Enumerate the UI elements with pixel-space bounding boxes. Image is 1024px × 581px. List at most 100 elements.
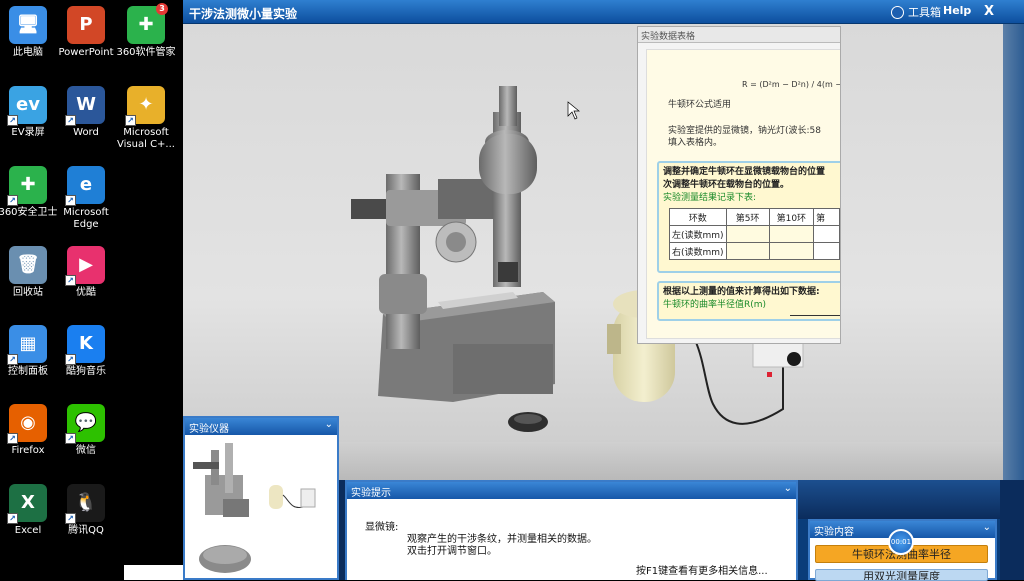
shortcut-arrow-icon: ↗ — [125, 115, 136, 126]
header-ring-more: 第 — [813, 208, 840, 226]
formula: R = (D²m − D²n) / 4(m − n)λ — [742, 80, 840, 89]
microscope[interactable] — [351, 86, 555, 402]
help-button[interactable]: Help — [943, 4, 971, 17]
table-header-row: 环数 第5环 第10环 第 — [669, 208, 840, 226]
hint-line-2: 双击打开调节窗口。 — [407, 546, 497, 557]
app-icon: 🖥 — [9, 6, 47, 44]
shortcut-arrow-icon: ↗ — [65, 195, 76, 206]
instruments-panel: 实验仪器 ⌄ — [183, 416, 339, 580]
cell-right-more[interactable] — [813, 242, 840, 260]
shortcut-arrow-icon: ↗ — [65, 433, 76, 444]
desktop-gap — [124, 565, 183, 580]
app-icon: ✦ ↗ — [125, 86, 165, 126]
collapse-icon[interactable]: ⌄ — [784, 483, 792, 494]
desktop-icon[interactable]: 🐧 ↗ 腾讯QQ — [50, 484, 122, 537]
row-left-label: 左(读数mm) — [669, 225, 727, 243]
measurement-instruction-2: 次调整牛顿环在载物台的位置。 — [663, 180, 790, 190]
desktop-icon[interactable]: ✚ 3 360软件管家 — [110, 3, 182, 59]
measurement-table: 环数 第5环 第10环 第 左(读数mm) 右(读数mm) — [669, 208, 840, 260]
formula-intro: 牛顿环公式适用 — [668, 100, 732, 110]
shortcut-arrow-icon: ↗ — [65, 275, 76, 286]
lower-background — [798, 480, 1008, 519]
app-icon: ✚ 3 — [127, 3, 168, 44]
shortcut-arrow-icon: ↗ — [7, 115, 18, 126]
cell-left-10[interactable] — [768, 225, 815, 243]
hint-panel: 实验提示 ⌄ 显微镜: 观察产生的干涉条纹，并测量相关的数据。 双击打开调节窗口… — [345, 480, 798, 580]
hint-panel-header: 实验提示 ⌄ — [347, 482, 796, 499]
cell-right-5[interactable] — [725, 242, 770, 260]
header-ring-10: 第10环 — [768, 208, 815, 226]
toolbox-label: 工具箱 — [908, 6, 941, 19]
lamp-thumbnail[interactable] — [269, 485, 316, 509]
desktop-icon-label: 酷狗音乐 — [66, 366, 106, 377]
desktop-icon-label: 腾讯QQ — [68, 525, 104, 536]
desktop-icon[interactable]: e ↗ Microsoft Edge — [50, 166, 122, 231]
instrument-thumbnails — [193, 443, 316, 573]
row-right-label: 右(读数mm) — [669, 242, 727, 260]
desktop-icon-label: 微信 — [76, 445, 96, 456]
window-title: 干涉法测微小量实验 — [189, 7, 298, 21]
app-icon: W ↗ — [65, 86, 105, 126]
shortcut-arrow-icon: ↗ — [7, 195, 18, 206]
content-panel-title: 实验内容 — [814, 527, 854, 538]
collapse-icon[interactable]: ⌄ — [983, 522, 991, 533]
f1-hint: 按F1键查看有更多相关信息... — [636, 566, 768, 577]
app-icon: ▦ ↗ — [7, 325, 47, 365]
toolbox-icon — [891, 5, 904, 19]
hint-label: 显微镜: — [365, 522, 399, 533]
app-icon: 💬 ↗ — [65, 404, 105, 444]
app-icon: ◉ ↗ — [7, 404, 47, 444]
app-icon: ▶ ↗ — [65, 246, 105, 286]
mouse-cursor — [567, 101, 580, 120]
shortcut-arrow-icon: ↗ — [65, 115, 76, 126]
cell-right-10[interactable] — [768, 242, 815, 260]
shortcut-arrow-icon: ↗ — [65, 354, 76, 365]
desktop-icon-label: Microsoft Edge — [63, 207, 109, 230]
app-icon: X ↗ — [7, 484, 47, 524]
microscope-thumbnail[interactable] — [193, 443, 249, 517]
shortcut-arrow-icon: ↗ — [7, 354, 18, 365]
header-ring-5: 第5环 — [725, 208, 770, 226]
app-icon: 🗑 — [9, 246, 47, 284]
app-icon: e ↗ — [65, 166, 105, 206]
result-instruction: 根据以上测量的值来计算得出如下数据: — [663, 287, 820, 297]
desktop-icon-label: Microsoft Visual C+... — [117, 127, 175, 150]
lab-scene: 光源 — [183, 24, 1003, 480]
instruments-panel-header: 实验仪器 ⌄ — [185, 418, 337, 435]
desktop: 🖥 此电脑 P PowerPoint ✚ 3 360软件管家 ev ↗ EV录屏 W ↗ Word ✦ ↗ M… — [0, 0, 183, 580]
desktop-icon[interactable]: ▶ ↗ 优酷 — [50, 246, 122, 299]
desktop-icon-label: 360软件管家 — [116, 47, 176, 58]
cell-left-5[interactable] — [725, 225, 770, 243]
radius-input[interactable] — [790, 315, 840, 316]
apparatus-drawing: 光源 — [351, 86, 813, 432]
window-edge — [1003, 24, 1024, 480]
data-sheet-header: 实验数据表格 — [638, 27, 840, 43]
close-button[interactable]: X — [977, 2, 1001, 21]
toolbox-button[interactable]: 工具箱 — [891, 4, 941, 20]
notification-badge: 3 — [156, 3, 168, 15]
collapse-icon[interactable]: ⌄ — [325, 419, 333, 430]
measurement-record-label: 实验测量结果记录下表: — [663, 193, 757, 203]
desktop-icon[interactable]: 💬 ↗ 微信 — [50, 404, 122, 457]
shortcut-arrow-icon: ↗ — [7, 433, 18, 444]
intro-line-3: 填入表格内。 — [668, 138, 723, 148]
newton-ring-thumbnail[interactable] — [199, 545, 251, 573]
table-row: 右(读数mm) — [669, 242, 840, 260]
timer-badge: 00:01 — [888, 529, 914, 555]
measurement-instruction-1: 调整并确定牛顿环在显微镜载物台的位置 — [663, 167, 826, 177]
instruments-panel-title: 实验仪器 — [189, 424, 229, 435]
cell-left-more[interactable] — [813, 225, 840, 243]
desktop-icon[interactable]: ✦ ↗ Microsoft Visual C+... — [110, 86, 182, 151]
lower-background — [1000, 480, 1024, 580]
data-sheet-window[interactable]: 实验数据表格 R = (D²m − D²n) / 4(m − n)λ 牛顿环公式… — [637, 26, 841, 344]
content-item-thickness[interactable]: 用双光测量厚度 — [815, 569, 988, 581]
table-row: 左(读数mm) — [669, 225, 840, 243]
app-icon: K ↗ — [65, 325, 105, 365]
shortcut-arrow-icon: ↗ — [7, 513, 18, 524]
app-icon: ✚ ↗ — [7, 166, 47, 206]
app-icon: 🐧 ↗ — [65, 484, 105, 524]
desktop-icon[interactable]: K ↗ 酷狗音乐 — [50, 325, 122, 378]
desktop-icon-label: 优酷 — [76, 287, 96, 298]
app-icon: ev ↗ — [7, 86, 47, 126]
radius-label: 牛顿环的曲率半径值R(m) — [663, 300, 767, 310]
